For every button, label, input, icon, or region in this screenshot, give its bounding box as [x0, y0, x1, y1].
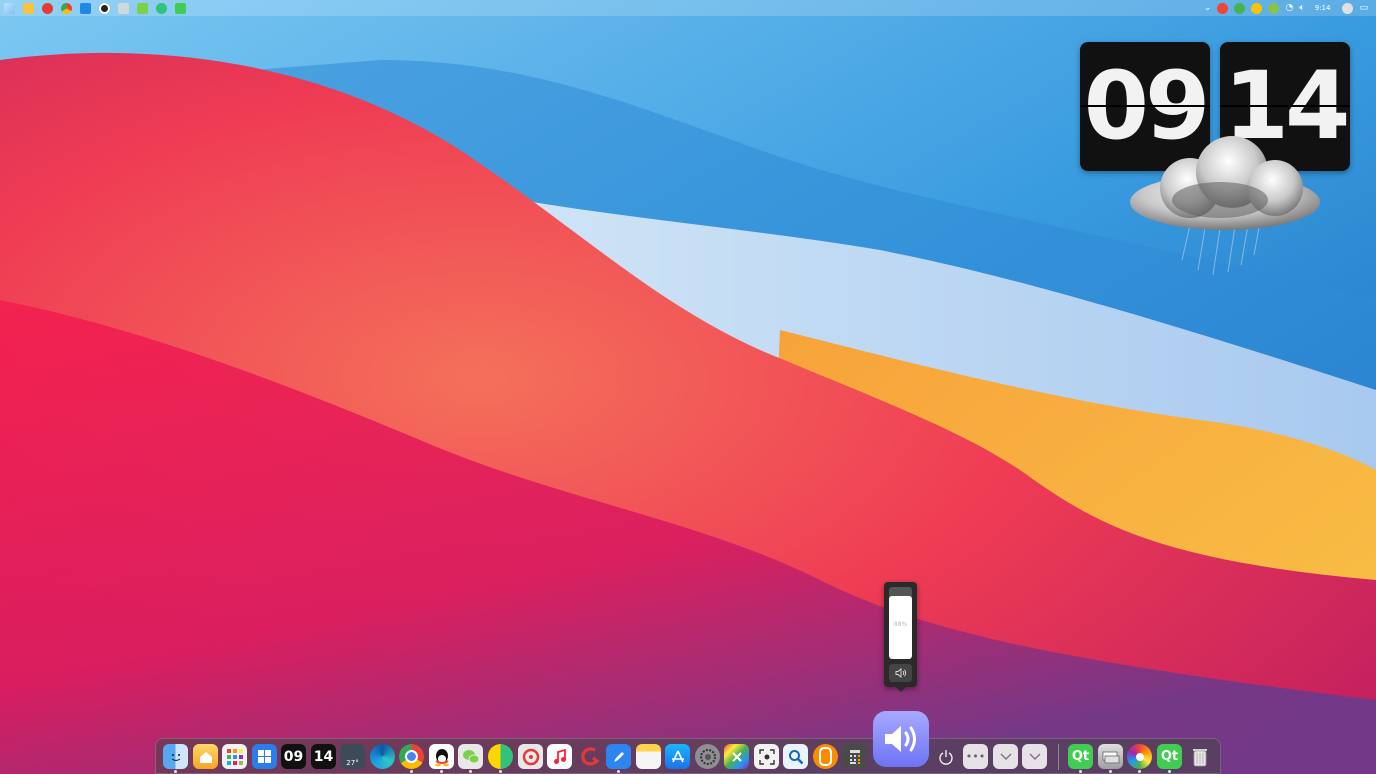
- windows-start-icon[interactable]: [4, 2, 15, 14]
- system-tray: ⌄ ◔ 🔈︎ 9:14 ▭: [1204, 0, 1376, 16]
- edge-icon[interactable]: [370, 744, 395, 769]
- taskbar-pinned-apps: [0, 0, 186, 16]
- chrome-icon[interactable]: [399, 744, 424, 769]
- mute-button[interactable]: [889, 664, 912, 682]
- app-store-icon[interactable]: [665, 744, 690, 769]
- network-icon[interactable]: [118, 2, 129, 14]
- tray-app-icon-2[interactable]: [1268, 2, 1280, 14]
- finder-icon[interactable]: [163, 744, 188, 769]
- settings-icon[interactable]: [695, 744, 720, 769]
- qq-icon[interactable]: [1217, 2, 1229, 14]
- search-icon[interactable]: [783, 744, 808, 769]
- wechat-icon[interactable]: [1234, 2, 1246, 14]
- colors-wheel-icon[interactable]: [1127, 744, 1152, 769]
- mail-icon[interactable]: [80, 2, 91, 14]
- volume-button[interactable]: [873, 711, 929, 767]
- notes-icon[interactable]: [636, 744, 661, 769]
- volume-icon: [885, 726, 916, 752]
- qq-music-icon[interactable]: [156, 2, 167, 14]
- volume-popup: 88%: [884, 582, 917, 692]
- wechat-icon[interactable]: [458, 744, 483, 769]
- notification-icon[interactable]: ▭: [1359, 3, 1368, 14]
- colors-icon[interactable]: [724, 744, 749, 769]
- pen-app-icon[interactable]: [606, 744, 631, 769]
- speaker-icon[interactable]: 🔈︎: [1299, 3, 1304, 14]
- weather-icon[interactable]: 27°: [340, 744, 365, 769]
- search-icon[interactable]: [1342, 2, 1354, 14]
- tray-app-icon[interactable]: [1251, 2, 1263, 14]
- taskbar-clock[interactable]: 9:14: [1315, 4, 1331, 12]
- qq-icon[interactable]: [429, 744, 454, 769]
- calculator-icon[interactable]: [842, 744, 867, 769]
- volume-percent-label: 88%: [893, 621, 908, 628]
- qt-icon[interactable]: Qt: [1157, 744, 1182, 769]
- home-icon[interactable]: [193, 744, 218, 769]
- launchpad-icon[interactable]: [222, 744, 247, 769]
- netease-music-icon[interactable]: [518, 744, 543, 769]
- chevron-down-icon-2[interactable]: [1022, 744, 1047, 769]
- flip-clock-hours-icon[interactable]: 09: [281, 744, 306, 769]
- screenshot-icon[interactable]: [754, 744, 779, 769]
- network-drive-icon[interactable]: [1098, 744, 1123, 769]
- speaker-icon: [895, 668, 906, 678]
- apple-music-icon[interactable]: [547, 744, 572, 769]
- file-explorer-icon[interactable]: [23, 2, 34, 14]
- red-app-icon[interactable]: [577, 744, 602, 769]
- qt-icon[interactable]: [175, 2, 186, 14]
- more-icon[interactable]: •••: [963, 744, 988, 769]
- top-taskbar: ⌄ ◔ 🔈︎ 9:14 ▭: [0, 0, 1376, 16]
- weather-temp: 27°: [346, 759, 359, 767]
- chevron-up-icon[interactable]: ⌄: [1204, 3, 1212, 14]
- dock-separator: [1058, 744, 1059, 770]
- trash-icon[interactable]: [1187, 744, 1212, 769]
- flip-clock-minutes-icon[interactable]: 14: [311, 744, 336, 769]
- chrome-icon[interactable]: [61, 2, 72, 14]
- chevron-down-icon[interactable]: [993, 744, 1018, 769]
- wechat-icon[interactable]: [137, 2, 148, 14]
- qt-creator-icon[interactable]: Qt: [1068, 744, 1093, 769]
- orange-app-icon[interactable]: [813, 744, 838, 769]
- netease-music-icon[interactable]: [42, 2, 53, 14]
- obs-icon[interactable]: [99, 2, 110, 14]
- power-icon[interactable]: [933, 744, 958, 769]
- rain-cloud-icon: [1130, 136, 1320, 276]
- qq-music-icon[interactable]: [488, 744, 513, 769]
- volume-slider[interactable]: 88%: [889, 587, 912, 659]
- windows-icon[interactable]: [252, 744, 277, 769]
- wifi-icon[interactable]: ◔: [1285, 3, 1293, 14]
